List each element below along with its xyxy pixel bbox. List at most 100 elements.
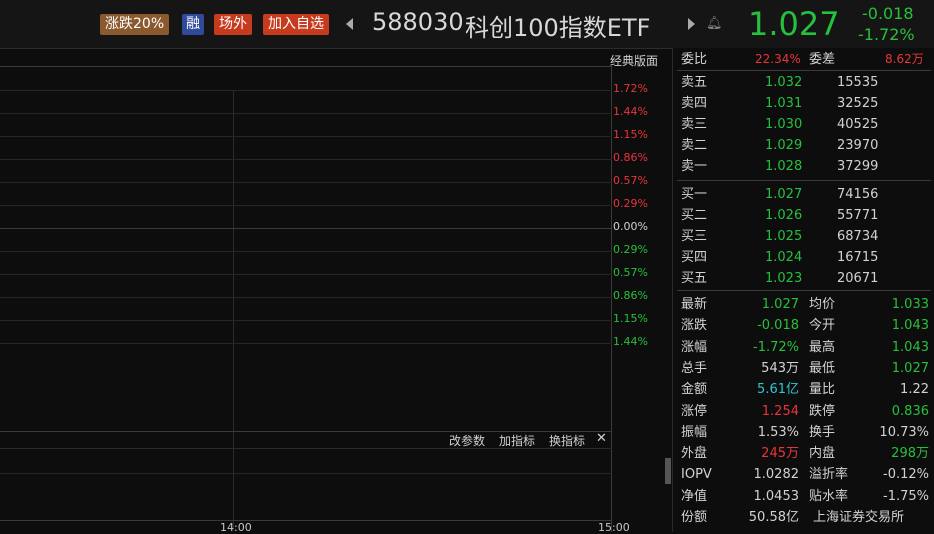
stat-label: 净值 bbox=[681, 488, 708, 504]
intraday-chart[interactable]: 经典版面 1.72% 1.44% 1.15% 0.86% 0.57% 0.29% 0.00%… bbox=[0, 48, 672, 534]
bell-icon[interactable]: 🔔︎ bbox=[706, 16, 723, 31]
bid-level-row[interactable]: 买一 1.027 74156 bbox=[673, 184, 934, 205]
pct-tick-label: 1.72% bbox=[613, 82, 648, 95]
stat-row: 总手 543万 最低 1.027 bbox=[673, 358, 934, 379]
order-book-panel: 委比 22.34% 委差 8.62万 卖五 1.032 15535 卖四 1.0… bbox=[672, 48, 934, 532]
gridline bbox=[0, 251, 612, 252]
stat-value: -1.75% bbox=[883, 488, 929, 504]
edit-params-button[interactable]: 改参数 bbox=[449, 432, 485, 449]
quote-header: 涨跌20% 融 场外 加入自选 588030 科创100指数ETF 🔔︎ 1.0… bbox=[0, 0, 934, 49]
pct-tick-zero: 0.00% bbox=[613, 220, 648, 233]
vertical-gridline bbox=[233, 90, 234, 530]
collapse-panel-handle[interactable] bbox=[665, 458, 671, 484]
gridline bbox=[0, 182, 612, 183]
next-security-icon[interactable] bbox=[688, 18, 695, 30]
level-price: 1.026 bbox=[765, 208, 803, 223]
stat-row: 外盘 245万 内盘 298万 bbox=[673, 443, 934, 464]
stat-value: 1.027 bbox=[891, 360, 929, 376]
gridline bbox=[0, 113, 612, 114]
level-label: 卖四 bbox=[681, 96, 708, 111]
level-label: 买五 bbox=[681, 271, 708, 286]
stat-label: 换手 bbox=[809, 424, 836, 440]
stat-value: 10.73% bbox=[879, 424, 929, 440]
add-indicator-button[interactable]: 加指标 bbox=[499, 432, 535, 449]
level-label: 买二 bbox=[681, 208, 708, 223]
level-label: 买四 bbox=[681, 250, 708, 265]
bid-level-row[interactable]: 买二 1.026 55771 bbox=[673, 205, 934, 226]
stat-label: 金额 bbox=[681, 382, 708, 398]
stat-row: 涨幅 -1.72% 最高 1.043 bbox=[673, 337, 934, 358]
level-volume: 55771 bbox=[837, 208, 879, 223]
stat-value: 5.61亿 bbox=[757, 382, 799, 398]
stat-label: 涨停 bbox=[681, 403, 708, 419]
ask-level-row[interactable]: 卖四 1.031 32525 bbox=[673, 93, 934, 114]
close-icon[interactable]: ✕ bbox=[596, 431, 607, 446]
indicator-top-line bbox=[0, 448, 612, 449]
pct-tick-label: 1.15% bbox=[613, 312, 648, 325]
stat-label: 内盘 bbox=[809, 446, 836, 462]
level-volume: 74156 bbox=[837, 187, 879, 202]
stat-value: 1.043 bbox=[891, 339, 929, 355]
weibi-value: 22.34% bbox=[755, 52, 801, 66]
stat-value: -0.018 bbox=[757, 318, 799, 334]
bid-level-row[interactable]: 买四 1.024 16715 bbox=[673, 247, 934, 268]
stat-value: 1.027 bbox=[761, 297, 799, 312]
gridline bbox=[0, 136, 612, 137]
stat-value: 1.0282 bbox=[753, 467, 800, 483]
stat-label: 振幅 bbox=[681, 424, 708, 440]
prev-security-icon[interactable] bbox=[346, 18, 353, 30]
security-name: 科创100指数ETF bbox=[465, 14, 651, 42]
gridline bbox=[0, 205, 612, 206]
add-to-watchlist-button[interactable]: 加入自选 bbox=[263, 14, 329, 35]
stat-value: 1.0453 bbox=[753, 488, 800, 504]
level-price: 1.025 bbox=[765, 229, 803, 244]
level-price: 1.031 bbox=[765, 96, 803, 111]
stat-row: 金额 5.61亿 量比 1.22 bbox=[673, 379, 934, 400]
stat-row: 振幅 1.53% 换手 10.73% bbox=[673, 422, 934, 443]
stat-row: 涨跌 -0.018 今开 1.043 bbox=[673, 315, 934, 336]
indicator-gridline bbox=[0, 473, 612, 474]
stat-label: 均价 bbox=[809, 297, 836, 312]
level-price: 1.027 bbox=[765, 187, 803, 202]
level-volume: 32525 bbox=[837, 96, 879, 111]
level-price: 1.028 bbox=[765, 159, 803, 174]
stat-row: 净值 1.0453 贴水率 -1.75% bbox=[673, 486, 934, 507]
stat-label: 最高 bbox=[809, 339, 836, 355]
stat-label: 总手 bbox=[681, 360, 708, 376]
stat-row: 涨停 1.254 跌停 0.836 bbox=[673, 401, 934, 422]
current-price: 1.027 bbox=[748, 5, 840, 43]
ask-level-row[interactable]: 卖二 1.029 23970 bbox=[673, 135, 934, 156]
weicha-value: 8.62万 bbox=[885, 52, 924, 66]
pct-tick-label: 0.86% bbox=[613, 289, 648, 302]
chart-top-border bbox=[0, 66, 612, 67]
weibi-label: 委比 bbox=[681, 52, 708, 67]
bid-level-row[interactable]: 买三 1.025 68734 bbox=[673, 226, 934, 247]
level-label: 卖五 bbox=[681, 75, 708, 90]
switch-indicator-button[interactable]: 换指标 bbox=[549, 432, 585, 449]
level-volume: 37299 bbox=[837, 159, 879, 174]
off-exchange-button[interactable]: 场外 bbox=[214, 14, 252, 35]
stat-value: 543万 bbox=[761, 360, 799, 376]
ask-level-row[interactable]: 卖五 1.032 15535 bbox=[673, 72, 934, 93]
stat-row: 最新 1.027 均价 1.033 bbox=[673, 294, 934, 315]
ask-level-row[interactable]: 卖三 1.030 40525 bbox=[673, 114, 934, 135]
stat-label: 外盘 bbox=[681, 446, 708, 462]
stat-label: 量比 bbox=[809, 382, 836, 398]
level-label: 买一 bbox=[681, 187, 708, 202]
layout-mode-label[interactable]: 经典版面 bbox=[610, 52, 658, 69]
stat-label: 涨跌 bbox=[681, 318, 708, 334]
stat-row: IOPV 1.0282 溢折率 -0.12% bbox=[673, 464, 934, 485]
level-label: 卖三 bbox=[681, 117, 708, 132]
level-price: 1.032 bbox=[765, 75, 803, 90]
stat-label: IOPV bbox=[681, 467, 712, 483]
stat-value: 1.53% bbox=[757, 424, 799, 440]
stat-label: 今开 bbox=[809, 318, 836, 334]
gridline bbox=[0, 274, 612, 275]
stat-value: 0.836 bbox=[891, 403, 929, 419]
pct-tick-label: 1.44% bbox=[613, 105, 648, 118]
level-price: 1.024 bbox=[765, 250, 803, 265]
bid-level-row[interactable]: 买五 1.023 20671 bbox=[673, 268, 934, 289]
stat-label: 跌停 bbox=[809, 403, 836, 419]
ask-level-row[interactable]: 卖一 1.028 37299 bbox=[673, 156, 934, 177]
stat-value: 1.22 bbox=[900, 382, 929, 398]
